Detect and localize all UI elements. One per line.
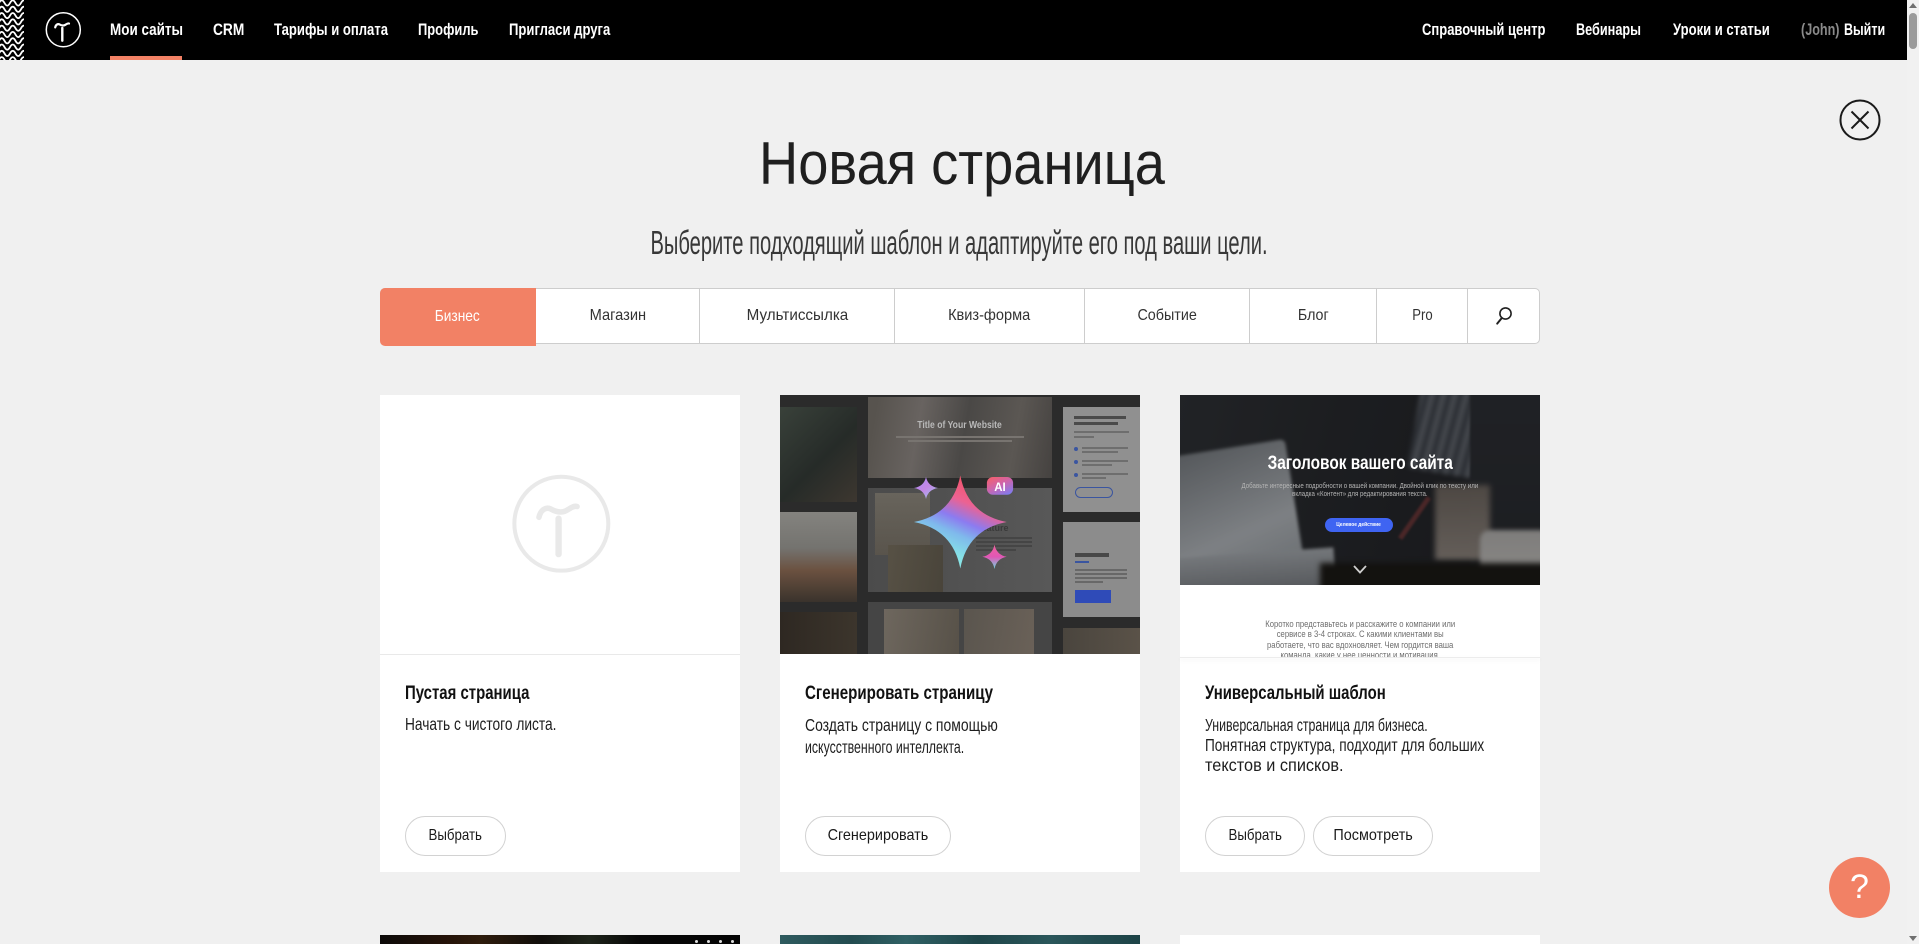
svg-text:AI: AI [994,482,1006,494]
